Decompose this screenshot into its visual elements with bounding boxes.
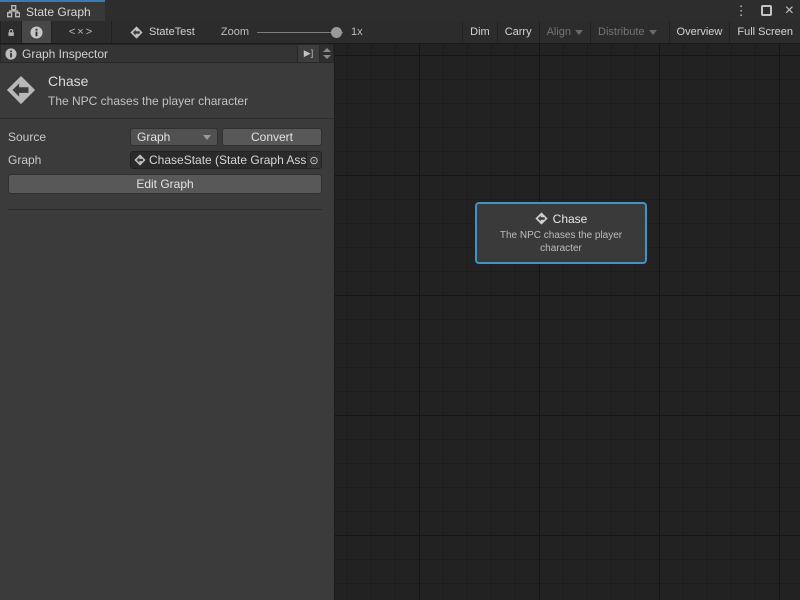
window-controls: ⋮ × <box>735 0 794 21</box>
code-view-button[interactable]: <×> <box>52 21 112 43</box>
state-graph-icon <box>130 26 143 39</box>
inspector-title: Graph Inspector <box>22 47 297 61</box>
state-title: Chase <box>48 73 248 89</box>
convert-button[interactable]: Convert <box>222 128 322 146</box>
arrow-up-icon[interactable] <box>323 48 331 52</box>
edit-graph-label: Edit Graph <box>136 177 193 191</box>
maximize-icon[interactable] <box>761 5 772 16</box>
arrow-down-icon[interactable] <box>323 55 331 59</box>
graph-row: Graph ChaseState (State Graph Ass ⊙ <box>8 151 322 169</box>
object-picker-icon[interactable]: ⊙ <box>306 152 321 168</box>
fullscreen-button[interactable]: Full Screen <box>729 21 800 43</box>
align-dropdown-button[interactable]: Align <box>539 21 590 43</box>
node-description: The NPC chases the player character <box>485 229 637 255</box>
dock-icon: ▶] <box>304 48 313 59</box>
source-dropdown[interactable]: Graph <box>130 128 218 146</box>
graph-canvas[interactable]: Chase The NPC chases the player characte… <box>335 44 800 600</box>
state-summary: Chase The NPC chases the player characte… <box>0 63 334 119</box>
zoom-slider-handle[interactable] <box>331 27 342 38</box>
window-menu-icon[interactable]: ⋮ <box>735 4 748 17</box>
graph-object-field[interactable]: ChaseState (State Graph Ass ⊙ <box>130 151 322 169</box>
source-row: Source Graph Convert <box>8 128 322 146</box>
tab-title: State Graph <box>26 5 91 19</box>
zoom-slider[interactable] <box>257 21 343 44</box>
chevron-down-icon <box>575 30 583 35</box>
info-icon <box>30 26 43 39</box>
state-graph-icon <box>134 154 146 166</box>
distribute-dropdown-button[interactable]: Distribute <box>590 21 663 43</box>
chevron-down-icon <box>649 30 657 35</box>
breadcrumb-graph-name: StateTest <box>149 26 195 38</box>
fullscreen-label: Full Screen <box>737 26 793 38</box>
carry-label: Carry <box>505 26 532 38</box>
tab-bar: State Graph ⋮ × <box>0 0 800 21</box>
code-icon: <×> <box>69 26 94 38</box>
zoom-value: 1x <box>351 26 363 38</box>
dim-button[interactable]: Dim <box>462 21 497 43</box>
inspector-header: Graph Inspector ▶] <box>0 44 334 63</box>
state-graph-window: State Graph ⋮ × <×> StateTest Zoom <box>0 0 800 600</box>
breadcrumb[interactable]: StateTest <box>130 21 195 43</box>
state-graph-icon <box>6 75 36 105</box>
chevron-down-icon <box>203 135 211 140</box>
graph-label: Graph <box>8 153 130 167</box>
carry-button[interactable]: Carry <box>497 21 539 43</box>
source-label: Source <box>8 130 130 144</box>
dim-label: Dim <box>470 26 490 38</box>
main-area: Graph Inspector ▶] Chase The NPC chases … <box>0 44 800 600</box>
panel-scroll-spinner[interactable] <box>319 45 333 62</box>
source-value: Graph <box>137 130 170 144</box>
graph-object-value: ChaseState (State Graph Ass <box>149 153 306 167</box>
dock-panel-button[interactable]: ▶] <box>297 45 319 62</box>
toolbar-right-group: Dim Carry Align Distribute Overview Full… <box>462 21 800 43</box>
state-description: The NPC chases the player character <box>48 94 248 108</box>
graph-tree-icon <box>7 5 20 18</box>
graph-toolbar: <×> StateTest Zoom 1x Dim Carry Align <box>0 21 800 44</box>
lock-icon <box>7 26 15 39</box>
inspector-divider <box>8 209 322 210</box>
zoom-control: Zoom 1x <box>221 21 363 43</box>
zoom-label: Zoom <box>221 26 249 38</box>
overview-label: Overview <box>677 26 723 38</box>
edit-graph-button[interactable]: Edit Graph <box>8 174 322 194</box>
overview-button[interactable]: Overview <box>669 21 730 43</box>
info-icon <box>5 48 17 60</box>
close-icon[interactable]: × <box>785 3 794 19</box>
state-graph-icon <box>535 212 548 225</box>
tab-state-graph[interactable]: State Graph <box>0 0 105 21</box>
inspector-toggle-button[interactable] <box>22 21 52 43</box>
node-title: Chase <box>553 212 588 226</box>
distribute-label: Distribute <box>598 26 644 38</box>
inspector-fields: Source Graph Convert Graph ChaseState (S… <box>0 119 334 210</box>
align-label: Align <box>547 26 571 38</box>
chase-state-node[interactable]: Chase The NPC chases the player characte… <box>475 202 647 264</box>
graph-inspector-panel: Graph Inspector ▶] Chase The NPC chases … <box>0 44 335 600</box>
convert-label: Convert <box>251 130 293 144</box>
lock-button[interactable] <box>0 21 22 43</box>
